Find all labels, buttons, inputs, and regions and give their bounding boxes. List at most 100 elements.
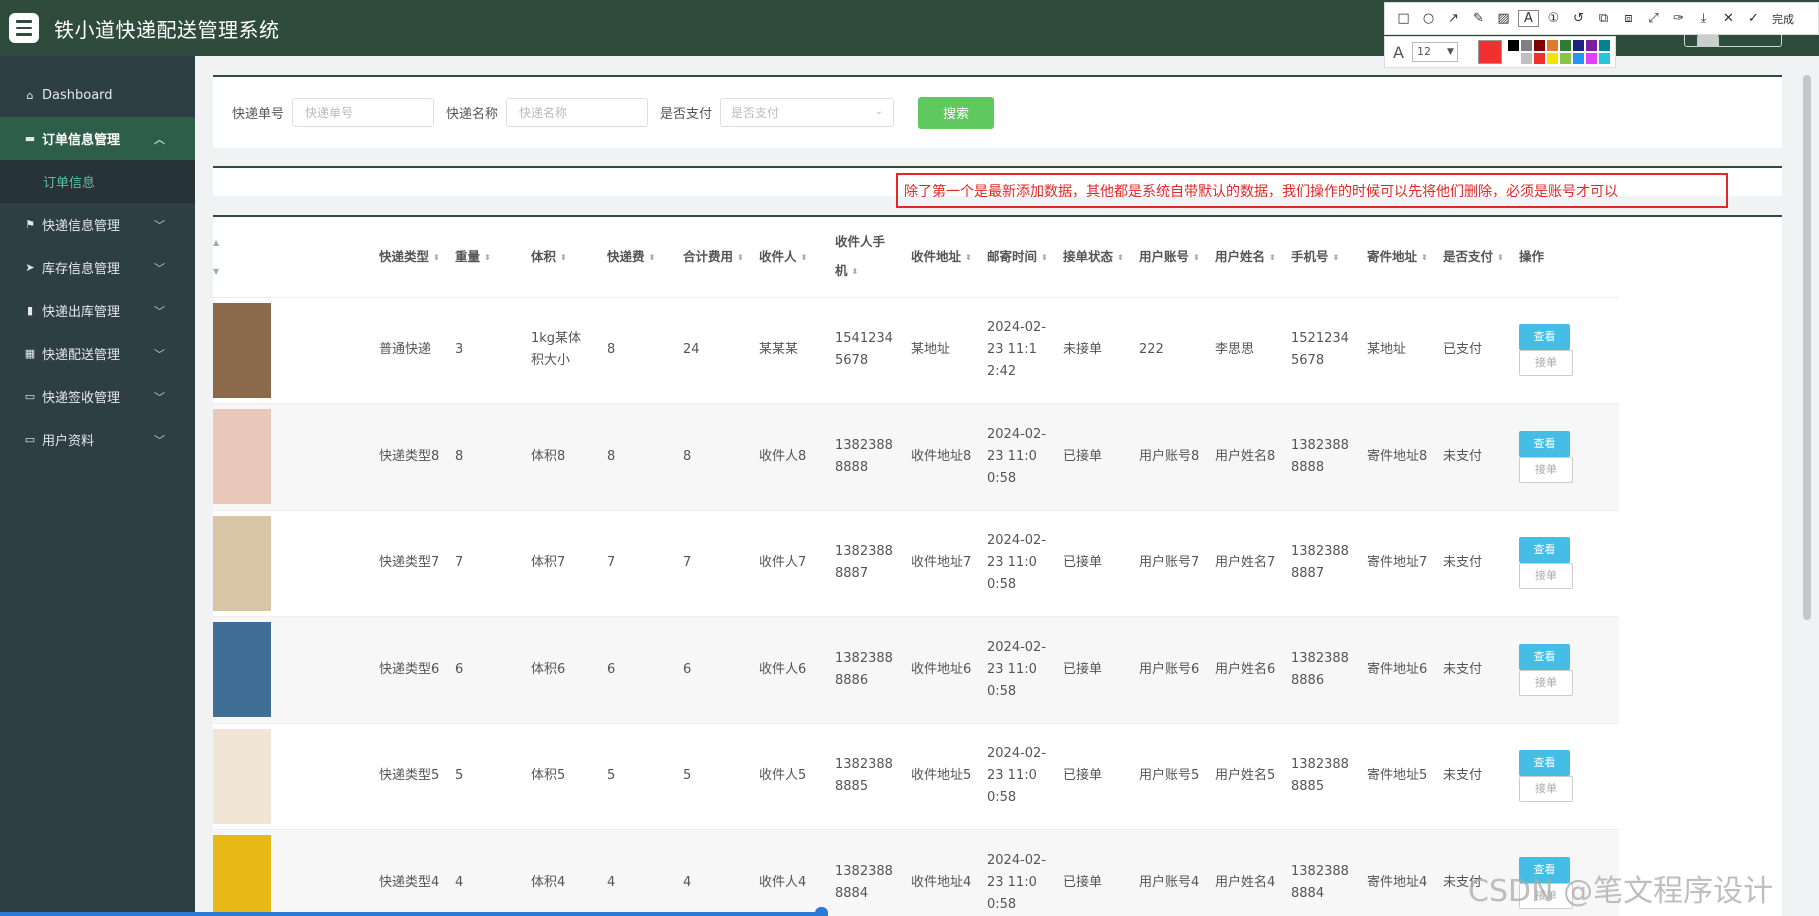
snip-tool-7-icon[interactable]: ↺ xyxy=(1568,11,1589,26)
package-thumbnail[interactable] xyxy=(213,409,271,505)
sidebar-item-6[interactable]: ▭ 用户资料 ﹀ xyxy=(0,418,195,461)
package-thumbnail[interactable] xyxy=(213,302,271,398)
sidebar-item-4[interactable]: ▦ 快递配送管理 ﹀ xyxy=(0,332,195,375)
sidebar-subitem-order-info[interactable]: 订单信息 xyxy=(0,160,195,203)
sidebar-item-2[interactable]: ➤ 库存信息管理 ﹀ xyxy=(0,246,195,289)
snip-tool-10-icon[interactable]: ⤢ xyxy=(1643,11,1664,26)
column-header[interactable]: 快递费 ⬍ xyxy=(597,217,673,298)
column-header[interactable]: 收件地址 ⬍ xyxy=(901,217,977,298)
view-button[interactable]: 查看 xyxy=(1519,750,1570,777)
column-header[interactable]: 接单状态 ⬍ xyxy=(1053,217,1129,298)
paid-select[interactable]: 是否支付 ⌄ xyxy=(720,98,895,127)
palette-swatch[interactable] xyxy=(1559,40,1571,51)
sort-icon[interactable]: ⬍ xyxy=(1041,243,1048,272)
sidebar-item-dashboard[interactable]: ⌂ Dashboard xyxy=(0,74,195,117)
sort-icon[interactable]: ⬍ xyxy=(433,243,440,272)
column-header[interactable]: 寄件地址 ⬍ xyxy=(1357,217,1433,298)
sort-icon[interactable]: ⬍ xyxy=(737,243,744,272)
palette-swatch[interactable] xyxy=(1533,53,1545,64)
sort-icon[interactable]: ⬍ xyxy=(801,243,808,272)
video-progress-bar[interactable] xyxy=(0,912,822,916)
image-column-header[interactable]: ▲ ▼ xyxy=(213,217,369,298)
accept-button[interactable]: 接单 xyxy=(1519,350,1573,377)
snip-tool-4-icon[interactable]: ▨ xyxy=(1493,11,1514,26)
palette-swatch[interactable] xyxy=(1533,40,1545,51)
palette-swatch[interactable] xyxy=(1598,40,1610,51)
view-button[interactable]: 查看 xyxy=(1519,643,1570,670)
palette-swatch[interactable] xyxy=(1585,40,1597,51)
palette-swatch[interactable] xyxy=(1546,53,1558,64)
column-header[interactable]: 用户账号 ⬍ xyxy=(1129,217,1205,298)
column-header[interactable]: 合计费用 ⬍ xyxy=(673,217,749,298)
sort-icon[interactable]: ⬍ xyxy=(1269,243,1276,272)
accept-button[interactable]: 接单 xyxy=(1519,563,1573,590)
sidebar-item-3[interactable]: ▮ 快递出库管理 ﹀ xyxy=(0,289,195,332)
package-thumbnail[interactable] xyxy=(213,835,271,916)
sort-icon[interactable]: ⬍ xyxy=(1497,243,1504,272)
snip-tool-14-icon[interactable]: ✓ xyxy=(1743,11,1764,26)
order-no-input[interactable] xyxy=(292,98,435,127)
sort-icon[interactable]: ⬍ xyxy=(1333,243,1340,272)
column-header[interactable]: 体积 ⬍ xyxy=(521,217,597,298)
annotation-text-box[interactable]: 除了第一个是最新添加数据，其他都是系统自带默认的数据，我们操作的时候可以先将他们… xyxy=(896,173,1728,208)
palette-swatch[interactable] xyxy=(1520,53,1532,64)
sort-icon[interactable]: ▲ ▼ xyxy=(213,228,219,286)
snip-tool-2-icon[interactable]: ↗ xyxy=(1443,11,1464,26)
palette-swatch[interactable] xyxy=(1585,53,1597,64)
palette-swatch[interactable] xyxy=(1559,53,1571,64)
snip-tool-12-icon[interactable]: ⤓ xyxy=(1693,11,1714,26)
package-thumbnail[interactable] xyxy=(213,622,271,718)
accept-button[interactable]: 接单 xyxy=(1519,456,1573,483)
sort-icon[interactable]: ⬍ xyxy=(1193,243,1200,272)
sort-icon[interactable]: ⬍ xyxy=(649,243,656,272)
snip-tool-8-icon[interactable]: ⧉ xyxy=(1593,11,1614,26)
accept-button[interactable]: 接单 xyxy=(1519,776,1573,803)
column-header[interactable]: 收件人手机 ⬍ xyxy=(825,217,901,298)
sort-icon[interactable]: ⬍ xyxy=(560,243,567,272)
palette-swatch[interactable] xyxy=(1546,40,1558,51)
snip-tool-11-icon[interactable]: ✑ xyxy=(1668,11,1689,26)
column-header[interactable]: 邮寄时间 ⬍ xyxy=(977,217,1053,298)
palette-swatch[interactable] xyxy=(1507,53,1519,64)
package-thumbnail[interactable] xyxy=(213,515,271,611)
sidebar-item-5[interactable]: ▭ 快递签收管理 ﹀ xyxy=(0,375,195,418)
sort-icon[interactable]: ⬍ xyxy=(484,243,491,272)
column-header[interactable]: 快递类型 ⬍ xyxy=(369,217,445,298)
menu-toggle-icon[interactable] xyxy=(9,13,39,43)
palette-swatch[interactable] xyxy=(1520,40,1532,51)
palette-swatch[interactable] xyxy=(1572,53,1584,64)
search-button[interactable]: 搜索 xyxy=(918,96,995,129)
palette-swatch[interactable] xyxy=(1572,40,1584,51)
snip-tool-5-icon[interactable]: A xyxy=(1518,10,1539,27)
column-header[interactable]: 操作 xyxy=(1509,217,1619,298)
column-header[interactable]: 用户姓名 ⬍ xyxy=(1205,217,1281,298)
snip-tool-9-icon[interactable]: ⧈ xyxy=(1618,11,1639,26)
sidebar-item-1[interactable]: ⚑ 快递信息管理 ﹀ xyxy=(0,203,195,246)
sidebar-item-0[interactable]: ▬ 订单信息管理 ︿ xyxy=(0,117,195,160)
snip-tool-1-icon[interactable]: ○ xyxy=(1418,11,1439,26)
view-button[interactable]: 查看 xyxy=(1519,430,1570,457)
column-header[interactable]: 手机号 ⬍ xyxy=(1281,217,1357,298)
sort-icon[interactable]: ⬍ xyxy=(1421,243,1428,272)
package-thumbnail[interactable] xyxy=(213,728,271,824)
current-color-swatch[interactable] xyxy=(1477,40,1502,64)
view-button[interactable]: 查看 xyxy=(1519,324,1570,351)
sort-icon[interactable]: ⬍ xyxy=(852,257,859,286)
column-header[interactable]: 重量 ⬍ xyxy=(445,217,521,298)
column-header[interactable]: 收件人 ⬍ xyxy=(749,217,825,298)
snip-tool-6-icon[interactable]: ① xyxy=(1543,11,1564,26)
sort-icon[interactable]: ⬍ xyxy=(965,243,972,272)
font-size-select[interactable]: 12 ▼ xyxy=(1411,42,1458,62)
palette-swatch[interactable] xyxy=(1507,40,1519,51)
column-header[interactable]: 是否支付 ⬍ xyxy=(1433,217,1509,298)
snip-done-label[interactable]: 完成 xyxy=(1772,11,1794,27)
name-input[interactable] xyxy=(506,98,649,127)
palette-swatch[interactable] xyxy=(1598,53,1610,64)
progress-knob[interactable] xyxy=(815,907,828,916)
sort-icon[interactable]: ⬍ xyxy=(1117,243,1124,272)
accept-button[interactable]: 接单 xyxy=(1519,669,1573,696)
vertical-scrollbar[interactable] xyxy=(1803,75,1811,620)
snip-tool-13-icon[interactable]: ✕ xyxy=(1718,11,1739,26)
snip-tool-3-icon[interactable]: ✎ xyxy=(1468,11,1489,26)
snip-tool-0-icon[interactable]: □ xyxy=(1393,11,1414,26)
